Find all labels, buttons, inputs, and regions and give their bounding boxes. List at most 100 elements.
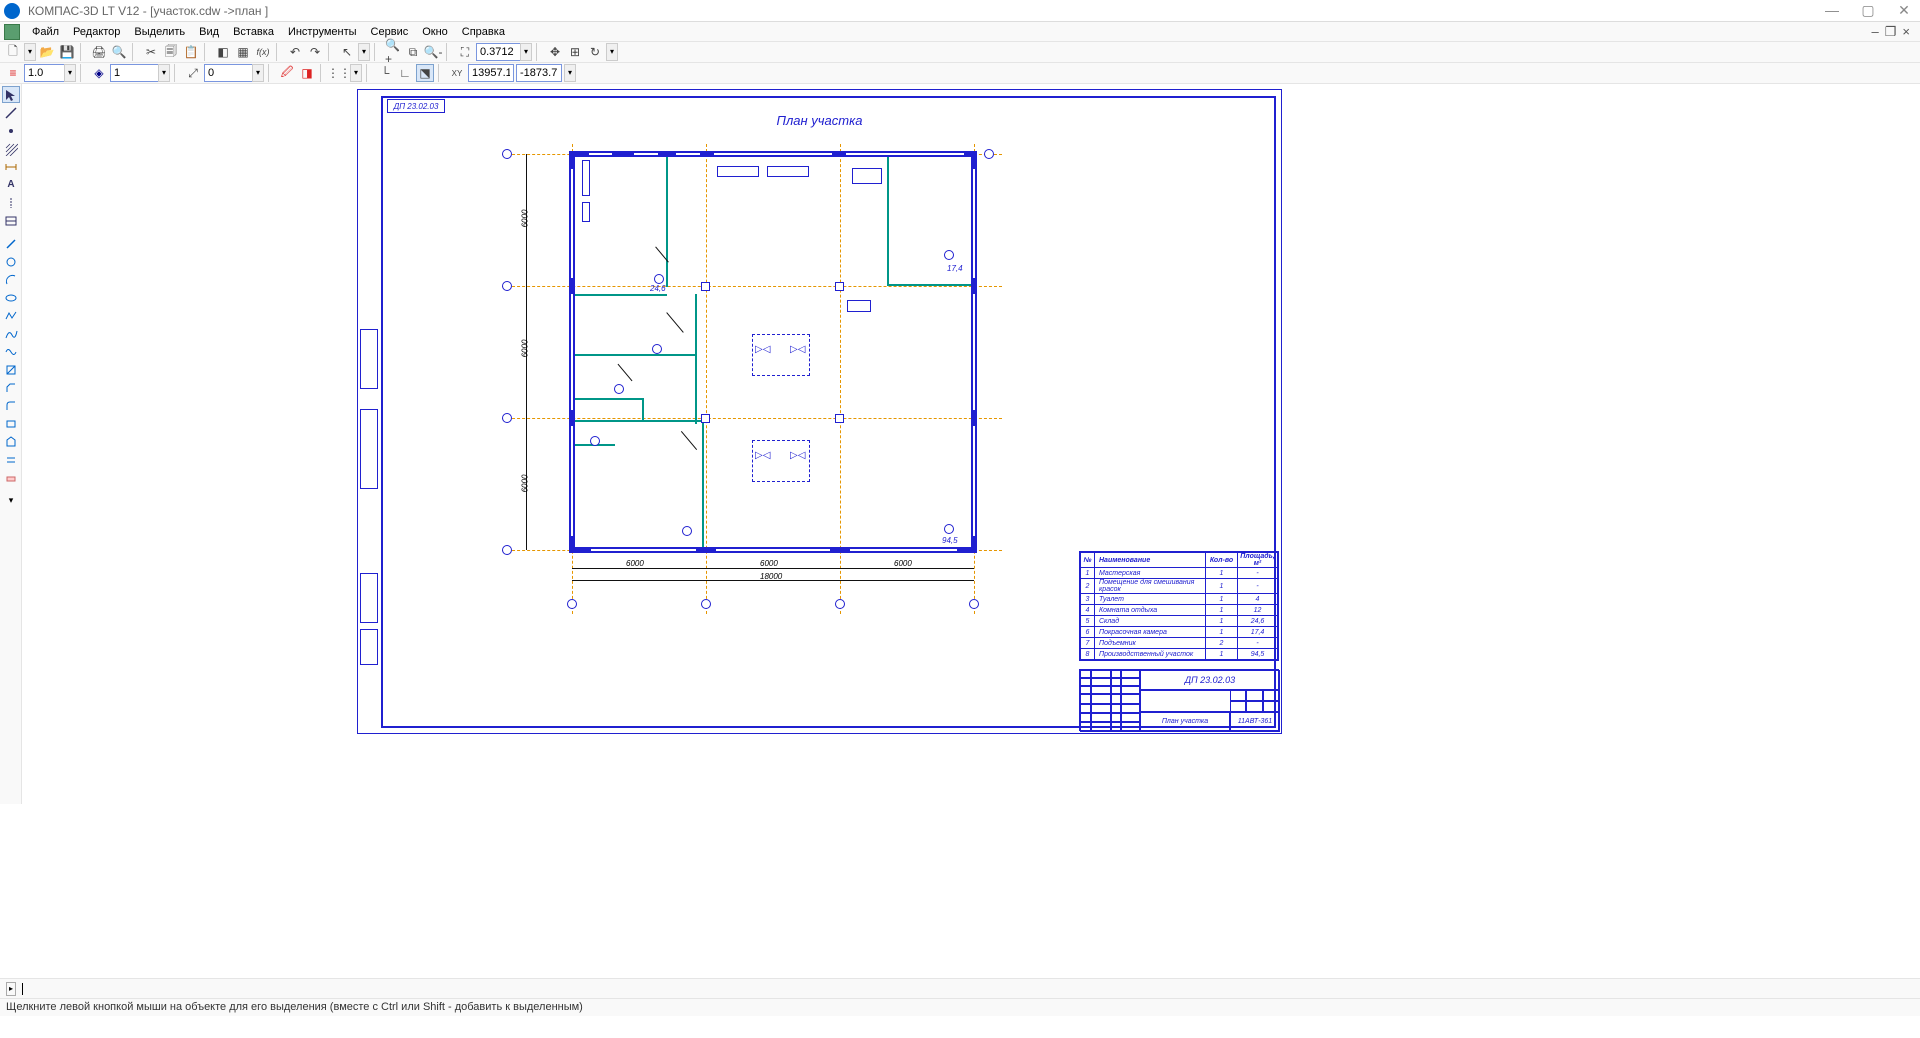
tool-chamfer[interactable] <box>2 379 20 396</box>
zoom-drop[interactable]: ▾ <box>520 43 532 61</box>
tool-spline[interactable] <box>2 343 20 360</box>
zoom-input[interactable] <box>476 43 520 61</box>
new-dropdown[interactable]: ▾ <box>24 43 36 61</box>
tool-fillet[interactable] <box>2 397 20 414</box>
tool-table[interactable] <box>2 212 20 229</box>
interior-wall <box>575 420 703 422</box>
save-button[interactable]: 💾 <box>58 43 76 61</box>
tool-ellipse[interactable] <box>2 289 20 306</box>
menu-window[interactable]: Окно <box>416 24 454 40</box>
print-button[interactable]: 🖨 <box>90 43 108 61</box>
tool-point[interactable] <box>2 122 20 139</box>
zoom-combo[interactable]: ▾ <box>476 43 532 61</box>
layer-icon[interactable]: ◈ <box>90 64 108 82</box>
scale-icon[interactable]: ⤢ <box>184 64 202 82</box>
table-button[interactable]: ▦ <box>234 43 252 61</box>
tool-polyline[interactable] <box>2 307 20 324</box>
tool-segment[interactable] <box>2 235 20 252</box>
linestyle-input[interactable] <box>24 64 64 82</box>
grid-button[interactable]: ⋮⋮ <box>330 64 348 82</box>
coord-x[interactable] <box>468 64 514 82</box>
menu-editor[interactable]: Редактор <box>67 24 126 40</box>
copy-button[interactable]: 🗐 <box>162 43 180 61</box>
ortho-button[interactable]: └ <box>376 64 394 82</box>
tool-bezier[interactable] <box>2 325 20 342</box>
lift <box>752 334 810 376</box>
tool-line[interactable] <box>2 104 20 121</box>
paste-button[interactable]: 📋 <box>182 43 200 61</box>
maximize-button[interactable]: ▢ <box>1856 2 1880 19</box>
axis-bubble <box>502 545 512 555</box>
toolbar-props: ≡ ▾ ◈ ▾ ⤢ ▾ 🖉 ◨ ⋮⋮▾ └ ∟ ⬔ XY ▾ <box>0 63 1920 84</box>
snap-button[interactable]: ∟ <box>396 64 414 82</box>
undo-button[interactable]: ↶ <box>286 43 304 61</box>
table-row: 4Комната отдыха112 <box>1081 605 1278 616</box>
left-toolbox: A ▾ <box>0 84 22 804</box>
tool-select[interactable] <box>2 86 20 103</box>
spec-h-num: № <box>1081 553 1095 568</box>
tool-offset[interactable] <box>2 451 20 468</box>
command-bar[interactable]: ▸ <box>0 978 1920 998</box>
toolbar2-overflow[interactable]: ▾ <box>564 64 576 82</box>
interior-wall <box>702 420 704 550</box>
cursor-drop[interactable]: ▾ <box>358 43 370 61</box>
zoom-in-button[interactable]: 🔍+ <box>384 43 402 61</box>
column <box>835 414 844 423</box>
scale-input[interactable] <box>204 64 252 82</box>
menubar: Файл Редактор Выделить Вид Вставка Инстр… <box>0 22 1920 42</box>
tool-erase[interactable] <box>2 469 20 486</box>
tool-circle[interactable] <box>2 253 20 270</box>
tool-poly[interactable] <box>2 433 20 450</box>
zoom-fit-button[interactable]: ⛶ <box>456 43 474 61</box>
wall-seg <box>971 151 977 169</box>
menu-help[interactable]: Справка <box>456 24 511 40</box>
color-bg-button[interactable]: ◨ <box>298 64 316 82</box>
redo-button[interactable]: ↷ <box>306 43 324 61</box>
menu-view[interactable]: Вид <box>193 24 225 40</box>
wall <box>569 547 977 553</box>
tool-rect[interactable] <box>2 415 20 432</box>
view-button[interactable]: ⊞ <box>566 43 584 61</box>
properties-button[interactable]: ◧ <box>214 43 232 61</box>
zoom-window-button[interactable]: ⧉ <box>404 43 422 61</box>
refresh-button[interactable]: ↻ <box>586 43 604 61</box>
minimize-button[interactable]: — <box>1820 2 1844 19</box>
tool-arc[interactable] <box>2 271 20 288</box>
tool-axis[interactable] <box>2 194 20 211</box>
tool-contour[interactable] <box>2 361 20 378</box>
axis-bubble <box>984 149 994 159</box>
tool-more[interactable]: ▾ <box>2 492 20 509</box>
interior-wall <box>575 398 643 400</box>
open-button[interactable]: 📂 <box>38 43 56 61</box>
column <box>835 282 844 291</box>
zoom-out-button[interactable]: 🔍- <box>424 43 442 61</box>
wall-seg <box>832 151 846 157</box>
fx-button[interactable]: f(x) <box>254 43 272 61</box>
preview-button[interactable]: 🔍 <box>110 43 128 61</box>
canvas[interactable]: ДП 23.02.03 План участка <box>22 84 1920 804</box>
tool-text[interactable]: A <box>2 176 20 193</box>
mdi-close[interactable]: × <box>1902 24 1910 40</box>
layer-input[interactable] <box>110 64 158 82</box>
close-button[interactable]: ✕ <box>1892 2 1916 19</box>
tool-hatch[interactable] <box>2 140 20 157</box>
mdi-minimize[interactable]: – <box>1872 24 1879 40</box>
tool-dimension[interactable] <box>2 158 20 175</box>
room-label: 17,4 <box>947 264 963 273</box>
cursor-button[interactable]: ↖ <box>338 43 356 61</box>
pan-button[interactable]: ✥ <box>546 43 564 61</box>
menu-select[interactable]: Выделить <box>128 24 191 40</box>
coord-y[interactable] <box>516 64 562 82</box>
style-icon[interactable]: ≡ <box>4 64 22 82</box>
toolbar-overflow[interactable]: ▾ <box>606 43 618 61</box>
menu-file[interactable]: Файл <box>26 24 65 40</box>
new-button[interactable]: 🗋 <box>4 43 22 61</box>
marker <box>590 436 600 446</box>
column <box>701 414 710 423</box>
menu-insert[interactable]: Вставка <box>227 24 280 40</box>
menu-tools[interactable]: Инструменты <box>282 24 363 40</box>
cut-button[interactable]: ✂ <box>142 43 160 61</box>
color-fg-button[interactable]: 🖉 <box>278 64 296 82</box>
snap2-button[interactable]: ⬔ <box>416 64 434 82</box>
mdi-restore[interactable]: ❐ <box>1885 24 1897 40</box>
